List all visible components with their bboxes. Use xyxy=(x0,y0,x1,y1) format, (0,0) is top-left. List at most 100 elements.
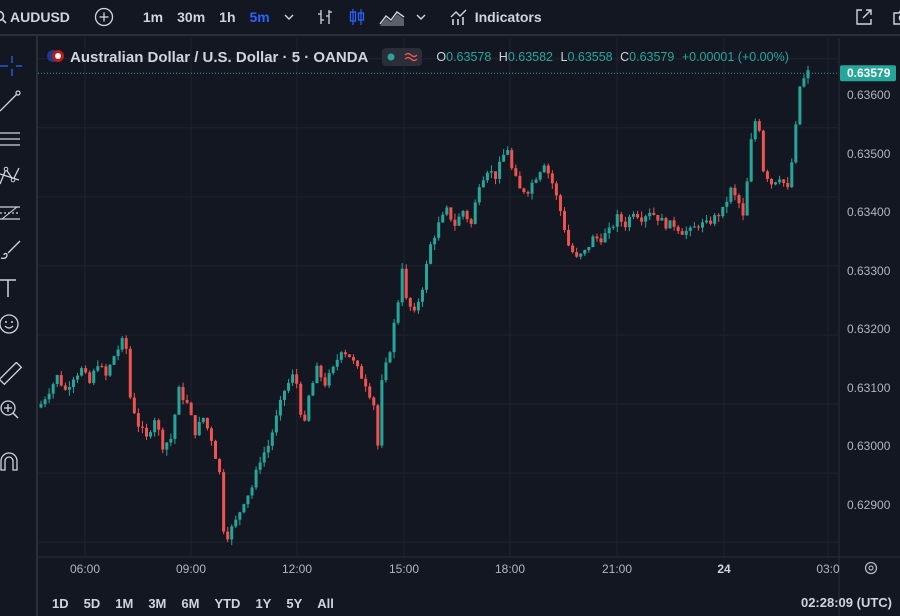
candle-body xyxy=(425,263,429,290)
candle-body xyxy=(619,214,623,222)
candle-body xyxy=(587,246,591,250)
candle-body xyxy=(59,375,63,386)
range-6m[interactable]: 6M xyxy=(173,596,206,611)
candle-body xyxy=(725,201,729,207)
candle-body xyxy=(656,214,660,221)
utc-clock[interactable]: 02:28:09 (UTC) xyxy=(801,595,892,610)
time-axis: 06:00 09:00 12:00 15:00 18:00 21:00 24 0… xyxy=(70,562,840,576)
candle-body xyxy=(485,172,489,181)
time-tick: 24 xyxy=(717,562,731,576)
open-value: 0.63578 xyxy=(446,50,492,64)
price-tick: 0.63100 xyxy=(847,381,891,395)
candle-body xyxy=(327,373,331,386)
candle-body xyxy=(668,220,672,229)
market-open-dot-icon xyxy=(387,53,395,61)
candle-body xyxy=(563,210,567,230)
candle-body xyxy=(445,207,449,215)
candle-body xyxy=(307,395,311,421)
candle-body xyxy=(230,526,234,540)
candle-body xyxy=(295,374,299,384)
time-tick: 03:0 xyxy=(816,562,840,576)
candle-body xyxy=(603,233,607,243)
candle-body xyxy=(733,187,737,196)
candle-body xyxy=(558,195,562,211)
candle-body xyxy=(437,222,441,238)
candle-body xyxy=(542,165,546,173)
candle-body xyxy=(761,130,765,172)
range-1d[interactable]: 1D xyxy=(38,596,76,611)
candle-body xyxy=(258,462,262,470)
price-chart[interactable]: 0.63600 0.63500 0.63400 0.63300 0.63200 … xyxy=(0,0,900,616)
candle-body xyxy=(132,397,136,414)
candle-body xyxy=(753,121,757,140)
candle-body xyxy=(567,229,571,246)
candle-body xyxy=(343,352,347,355)
candle-body xyxy=(149,432,153,437)
candle-body xyxy=(165,442,169,450)
candle-body xyxy=(364,378,368,387)
candle-body xyxy=(721,206,725,217)
candle-body xyxy=(648,212,652,217)
candle-body xyxy=(238,512,242,520)
last-price-label: 0.63579 xyxy=(847,66,891,80)
open-key: O xyxy=(436,50,447,64)
candle-body xyxy=(806,70,810,79)
candle-body xyxy=(136,413,140,427)
candle-body xyxy=(250,487,254,496)
candle-body xyxy=(218,458,222,473)
candle-body xyxy=(209,428,213,441)
candle-body xyxy=(331,366,335,374)
range-5y[interactable]: 5Y xyxy=(278,596,309,611)
candle-body xyxy=(705,220,709,223)
candle-body xyxy=(672,220,676,227)
candle-body xyxy=(108,364,112,376)
ohlc-values: O0.63578 H0.63582 L0.63558 C0.63579 +0.0… xyxy=(436,50,792,64)
candle-body xyxy=(709,220,713,224)
candle-body xyxy=(128,348,132,398)
candle-body xyxy=(242,504,246,513)
candle-body xyxy=(510,150,514,169)
candle-body xyxy=(692,226,696,228)
candle-body xyxy=(299,383,303,415)
axis-settings-icon[interactable] xyxy=(864,561,878,575)
close-key: C xyxy=(620,50,630,64)
candle-body xyxy=(254,469,258,488)
candle-body xyxy=(794,124,798,163)
candle-body xyxy=(489,171,493,173)
candle-body xyxy=(765,171,769,179)
market-status-badge[interactable] xyxy=(382,48,423,66)
candle-body xyxy=(607,227,611,234)
candle-body xyxy=(611,226,615,228)
candle-body xyxy=(404,268,408,299)
price-tick: 0.63300 xyxy=(847,264,891,278)
candle-body xyxy=(481,180,485,188)
candle-body xyxy=(270,432,274,446)
candle-body xyxy=(494,171,498,179)
range-1y[interactable]: 1Y xyxy=(247,596,278,611)
candle-body xyxy=(506,150,510,155)
candle-body xyxy=(575,252,579,257)
close-value: 0.63579 xyxy=(629,50,675,64)
candle-body xyxy=(169,438,173,443)
candle-body xyxy=(323,377,327,386)
price-tick: 0.63200 xyxy=(847,322,891,336)
candle-body xyxy=(116,349,120,357)
candle-body xyxy=(104,366,108,376)
range-ytd[interactable]: YTD xyxy=(206,596,247,611)
candle-body xyxy=(769,178,773,185)
range-1m[interactable]: 1M xyxy=(107,596,140,611)
range-3m[interactable]: 3M xyxy=(140,596,173,611)
candle-body xyxy=(189,402,193,416)
legend-title[interactable]: Australian Dollar / U.S. Dollar · 5 · OA… xyxy=(70,49,368,66)
range-5d[interactable]: 5D xyxy=(76,596,108,611)
candle-body xyxy=(197,422,201,436)
time-tick: 06:00 xyxy=(70,562,100,576)
candle-body xyxy=(112,356,116,365)
candle-body xyxy=(636,214,640,218)
candle-body xyxy=(688,227,692,231)
candle-body xyxy=(71,379,75,388)
candle-body xyxy=(465,210,469,220)
price-tick: 0.62900 xyxy=(847,498,891,512)
candle-body xyxy=(392,322,396,353)
range-all[interactable]: All xyxy=(309,596,341,611)
